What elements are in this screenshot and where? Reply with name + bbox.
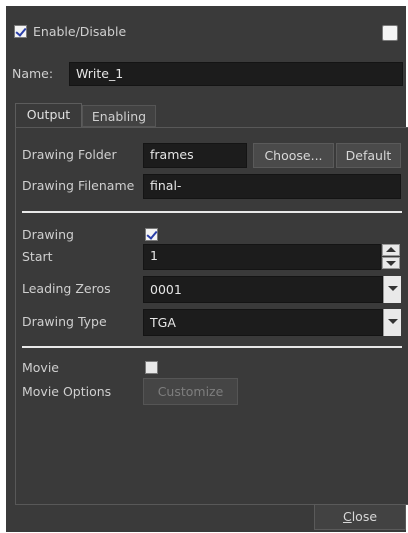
- choose-button[interactable]: Choose...: [253, 143, 334, 168]
- enable-disable-label: Enable/Disable: [33, 24, 127, 39]
- leading-zeros-dropdown-arrow-icon[interactable]: [383, 276, 401, 303]
- drawing-label: Drawing: [22, 227, 74, 242]
- tab-output[interactable]: Output: [15, 103, 82, 127]
- drawing-type-label: Drawing Type: [22, 314, 107, 329]
- drawing-folder-input[interactable]: frames: [143, 143, 247, 168]
- drawing-checkbox[interactable]: [145, 228, 158, 241]
- close-button-label: lose: [351, 509, 378, 524]
- start-label: Start: [22, 249, 53, 264]
- output-tab-panel: Drawing Folder frames Choose... Default …: [15, 127, 408, 505]
- enable-disable-checkbox[interactable]: [14, 25, 27, 38]
- start-spinbox-input[interactable]: 1: [143, 244, 381, 270]
- name-input[interactable]: Write_1: [69, 62, 403, 86]
- close-button-mnemonic: C: [342, 509, 352, 524]
- movie-checkbox[interactable]: [145, 361, 158, 374]
- start-decrement-button[interactable]: [382, 257, 400, 269]
- close-button[interactable]: Close: [314, 504, 406, 530]
- name-label: Name:: [12, 66, 54, 81]
- leading-zeros-select[interactable]: 0001: [143, 276, 383, 303]
- top-right-checkbox[interactable]: [382, 25, 398, 41]
- movie-label: Movie: [22, 360, 59, 375]
- movie-options-label: Movie Options: [22, 384, 112, 399]
- start-increment-button[interactable]: [382, 244, 400, 256]
- customize-button[interactable]: Customize: [143, 378, 238, 405]
- separator-2: [22, 346, 402, 348]
- write-node-editor-window: Enable/Disable Name: Write_1 Output Enab…: [6, 6, 408, 532]
- tab-enabling[interactable]: Enabling: [82, 105, 156, 127]
- leading-zeros-label: Leading Zeros: [22, 281, 111, 296]
- default-button[interactable]: Default: [336, 143, 401, 168]
- separator-1: [22, 211, 402, 213]
- drawing-filename-label: Drawing Filename: [22, 178, 135, 193]
- drawing-type-dropdown-arrow-icon[interactable]: [383, 309, 401, 336]
- drawing-type-select[interactable]: TGA: [143, 309, 383, 336]
- drawing-folder-label: Drawing Folder: [22, 147, 117, 162]
- drawing-filename-input[interactable]: final-: [143, 174, 401, 199]
